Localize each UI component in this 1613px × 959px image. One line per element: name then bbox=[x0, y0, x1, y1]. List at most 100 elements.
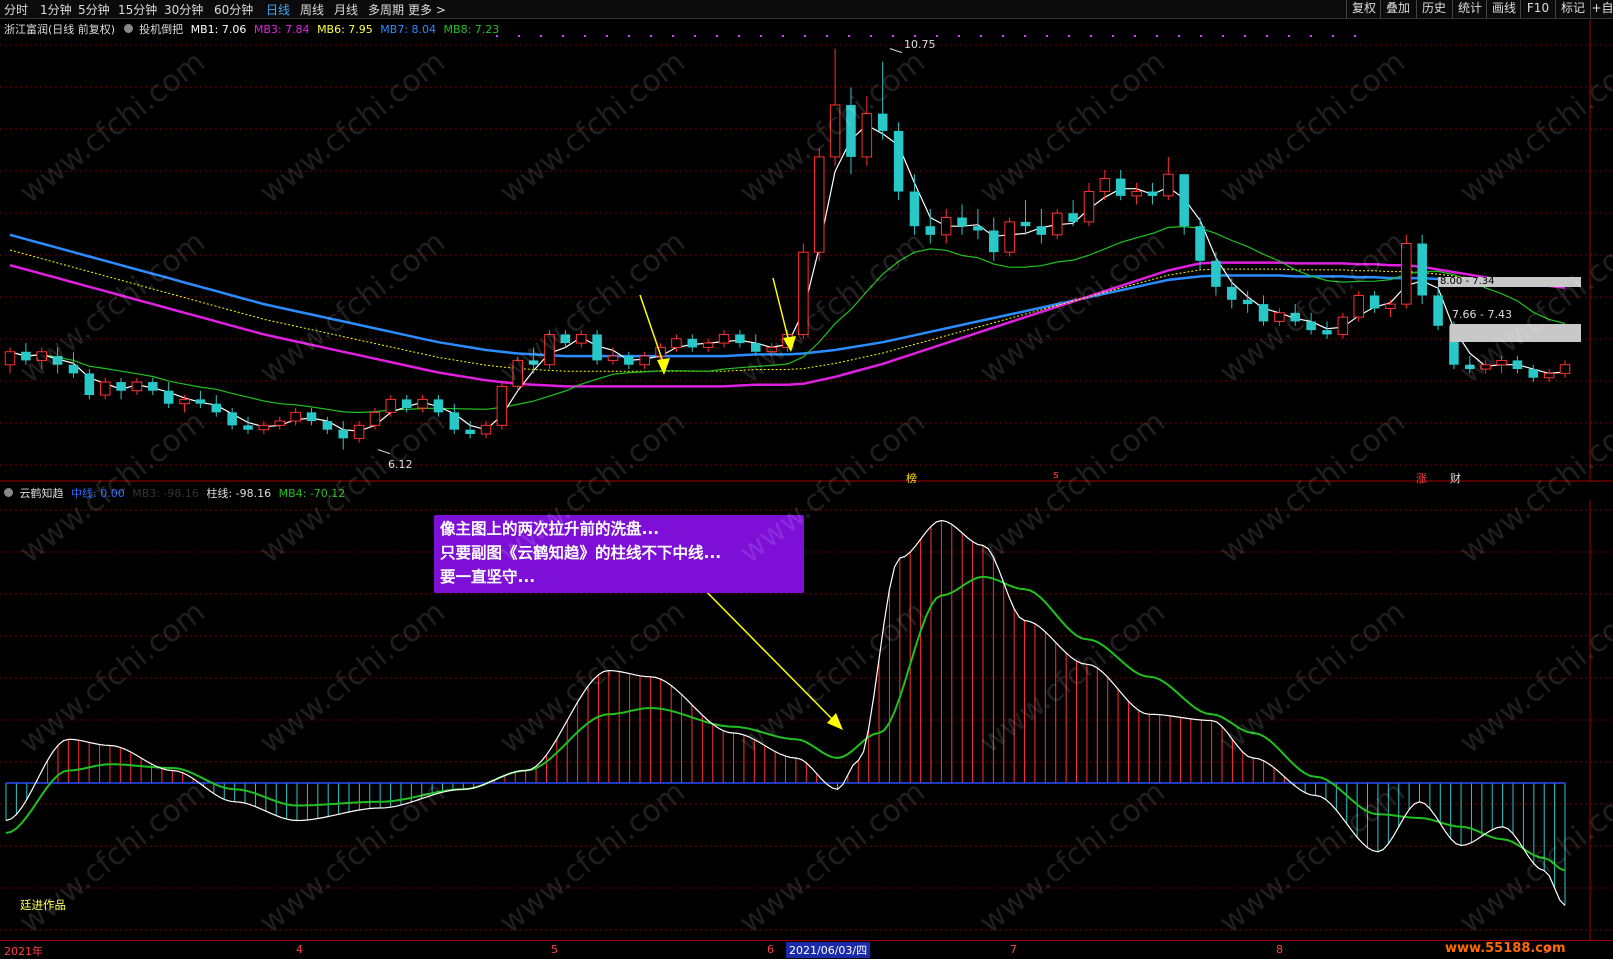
candle-body-up bbox=[179, 398, 190, 405]
candle-body-up bbox=[702, 342, 714, 348]
candle-body-up bbox=[940, 217, 952, 236]
timeframe-tab-9[interactable]: 多周期 bbox=[368, 1, 404, 18]
candle-body-up bbox=[496, 385, 508, 426]
candle-body-down bbox=[687, 338, 698, 348]
signal-dot bbox=[1156, 35, 1158, 37]
main-candlestick-chart[interactable] bbox=[0, 20, 1613, 482]
sub-toggle-icon[interactable] bbox=[4, 488, 13, 497]
candle-body-down bbox=[52, 356, 63, 365]
xaxis-label-7: 7 bbox=[1010, 943, 1017, 956]
candle-body-down bbox=[909, 191, 920, 227]
candle-body-up bbox=[385, 398, 397, 413]
signal-dot bbox=[826, 35, 828, 37]
mb4-line bbox=[5, 575, 1566, 872]
candle-body-down bbox=[1036, 226, 1047, 235]
toolbar-button-6[interactable]: 标记 bbox=[1555, 0, 1590, 18]
candle-body-up bbox=[607, 355, 619, 361]
timeframe-tab-8[interactable]: 月线 bbox=[334, 1, 358, 18]
tag-bang[interactable]: 榜 bbox=[906, 470, 917, 486]
toolbar-button-7[interactable]: +自 bbox=[1590, 0, 1613, 18]
candle-body-down bbox=[227, 412, 237, 426]
candle-body-up bbox=[813, 156, 825, 253]
signal-dot bbox=[1112, 35, 1114, 37]
signal-dot bbox=[650, 35, 652, 37]
signal-dot bbox=[1178, 35, 1180, 37]
signal-dot bbox=[716, 35, 718, 37]
toolbar-button-3[interactable]: 统计 bbox=[1452, 0, 1487, 18]
signal-dot bbox=[584, 35, 586, 37]
candle-body-down bbox=[1147, 191, 1158, 196]
candle-body-down bbox=[560, 334, 571, 344]
candle-body-up bbox=[512, 359, 524, 387]
toolbar-button-0[interactable]: 复权 bbox=[1346, 0, 1381, 18]
candle-body-up bbox=[544, 333, 555, 366]
toolbar: 分时 1分钟 5分钟 15分钟 30分钟 60分钟 日线 周线 月线 多周期 更多 > 复权 叠加 历史… bbox=[0, 0, 1613, 19]
signal-dot bbox=[1354, 35, 1356, 37]
signal-dot bbox=[1222, 35, 1224, 37]
candle-body-down bbox=[84, 373, 95, 396]
signal-dot bbox=[1288, 35, 1290, 37]
candle-body-up bbox=[353, 424, 365, 439]
candle-body-down bbox=[1369, 295, 1380, 309]
tag-cai[interactable]: 财 bbox=[1450, 470, 1461, 486]
x-axis: 2021年 4 5 6 2021/06/03/四 7 8 9 www.55188… bbox=[0, 940, 1613, 959]
candle-body-down bbox=[163, 390, 174, 404]
sub-indicator-name[interactable]: 云鹤知趋 bbox=[20, 487, 64, 500]
candle-body-down bbox=[433, 399, 444, 413]
toolbar-button-5[interactable]: F10 bbox=[1520, 0, 1555, 18]
timeframe-tab-3[interactable]: 15分钟 bbox=[118, 1, 157, 18]
signal-dot bbox=[606, 35, 608, 37]
tag-s[interactable]: s bbox=[1053, 468, 1059, 481]
tag-zhang[interactable]: 涨 bbox=[1416, 470, 1427, 486]
signal-dot bbox=[738, 35, 740, 37]
candle-body-up bbox=[1274, 312, 1285, 322]
annotation-arrow-shaft bbox=[689, 574, 836, 723]
toolbar-button-1[interactable]: 叠加 bbox=[1380, 0, 1415, 18]
candle-body-down bbox=[1179, 174, 1189, 227]
signal-dot bbox=[1244, 35, 1246, 37]
timeframe-tab-7[interactable]: 周线 bbox=[300, 1, 324, 18]
timeframe-tab-2[interactable]: 5分钟 bbox=[78, 1, 110, 18]
timeframe-tab-5[interactable]: 60分钟 bbox=[214, 1, 253, 18]
signal-dot bbox=[1090, 35, 1092, 37]
candle-body-up bbox=[1480, 364, 1491, 370]
annotation-box: 像主图上的两次拉升前的洗盘... 只要副图《云鹤知趋》的柱线不下中线... 要一… bbox=[434, 515, 804, 593]
candle-body-down bbox=[322, 421, 333, 430]
candle-body-down bbox=[1465, 364, 1475, 370]
candle-body-down bbox=[1115, 178, 1126, 196]
signal-dot bbox=[1068, 35, 1070, 37]
annotation-line-1: 像主图上的两次拉升前的洗盘... bbox=[440, 520, 660, 538]
timeframe-tab-1[interactable]: 1分钟 bbox=[40, 1, 72, 18]
arrow-1-shaft bbox=[639, 294, 665, 366]
candle-body-up bbox=[1051, 212, 1063, 236]
timeframe-tab-6[interactable]: 日线 bbox=[266, 1, 290, 18]
signal-dot bbox=[1134, 35, 1136, 37]
candle-body-down bbox=[338, 429, 348, 439]
candle-body-up bbox=[1353, 294, 1364, 318]
signal-dot bbox=[540, 35, 542, 37]
candle-body-down bbox=[989, 230, 999, 253]
timeframe-tab-0[interactable]: 分时 bbox=[4, 1, 28, 18]
candle-body-down bbox=[528, 360, 539, 365]
zhongxian-value: 中线: 0.00 bbox=[71, 487, 125, 500]
zhuxian-value: 柱线: -98.16 bbox=[206, 487, 272, 500]
candle-body-up bbox=[4, 351, 16, 366]
annotation-line-2: 只要副图《云鹤知趋》的柱线不下中线... bbox=[440, 544, 722, 562]
timeframe-tab-10[interactable]: 更多 > bbox=[408, 1, 446, 18]
candle-body-down bbox=[306, 412, 317, 422]
signal-dot bbox=[870, 35, 872, 37]
candle-body-down bbox=[401, 399, 412, 409]
sub-indicator-chart[interactable] bbox=[0, 500, 1613, 940]
corner-watermark: www.55188.com bbox=[1445, 941, 1566, 956]
price-box-2-label: 7.66 - 7.43 bbox=[1452, 308, 1512, 321]
candle-body-up bbox=[1083, 191, 1095, 223]
timeframe-tab-4[interactable]: 30分钟 bbox=[164, 1, 203, 18]
candle-body-up bbox=[718, 333, 730, 344]
signal-dot bbox=[672, 35, 674, 37]
candle-body-down bbox=[925, 226, 936, 235]
toolbar-button-2[interactable]: 历史 bbox=[1416, 0, 1451, 18]
candle-body-down bbox=[68, 364, 79, 374]
xaxis-label-5: 5 bbox=[551, 943, 558, 956]
candle-body-down bbox=[592, 334, 602, 361]
toolbar-button-4[interactable]: 画线 bbox=[1486, 0, 1521, 18]
